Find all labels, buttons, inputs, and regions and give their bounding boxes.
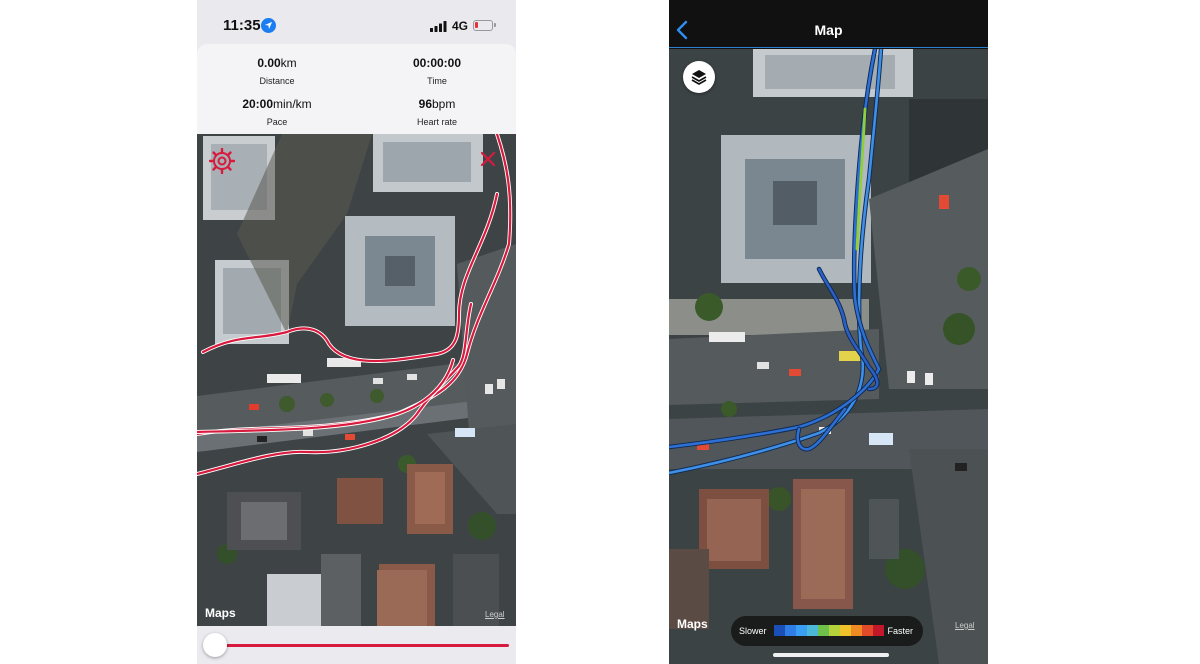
layers-button[interactable] xyxy=(683,61,715,93)
maps-attribution: Maps xyxy=(677,617,708,631)
time-value: 00:00:00 xyxy=(412,56,462,70)
slider-thumb[interactable] xyxy=(203,633,227,657)
legend-color-segment xyxy=(774,625,785,636)
stats-panel: 0.00km Distance 00:00:00 Time 20:00min/k… xyxy=(197,44,516,136)
legend-color-segment xyxy=(807,625,818,636)
satellite-imagery xyxy=(197,134,516,626)
page-title: Map xyxy=(814,22,843,38)
pace-label: Pace xyxy=(266,117,288,127)
speed-legend: Slower Faster xyxy=(731,616,923,646)
legend-color-segment xyxy=(796,625,807,636)
heart-rate-label: Heart rate xyxy=(416,117,458,127)
slider-track[interactable] xyxy=(215,644,509,647)
legend-color-scale xyxy=(774,625,884,636)
legend-color-segment xyxy=(873,625,884,636)
legal-link[interactable]: Legal xyxy=(485,610,505,619)
distance-unit: km xyxy=(280,56,297,70)
distance-label: Distance xyxy=(259,76,295,86)
stat-pace: 20:00min/km Pace xyxy=(197,97,357,127)
legend-color-segment xyxy=(818,625,829,636)
location-arrow-icon xyxy=(261,18,276,33)
legend-color-segment xyxy=(851,625,862,636)
heart-rate-value: 96 xyxy=(418,97,432,111)
pace-value: 20:00 xyxy=(242,97,274,111)
gear-icon[interactable] xyxy=(209,148,235,174)
stat-heart-rate: 96bpm Heart rate xyxy=(357,97,516,127)
distance-value: 0.00 xyxy=(257,56,281,70)
satellite-map[interactable]: Maps Legal xyxy=(197,134,516,626)
legend-fast-label: Faster xyxy=(887,626,913,636)
legend-color-segment xyxy=(829,625,840,636)
network-type: 4G xyxy=(452,19,469,33)
close-icon[interactable] xyxy=(479,150,497,168)
legend-color-segment xyxy=(862,625,873,636)
playback-slider[interactable] xyxy=(197,626,516,664)
signal-bars-icon xyxy=(430,21,447,32)
time-label: Time xyxy=(427,76,447,86)
layers-icon xyxy=(691,70,707,85)
legend-color-segment xyxy=(840,625,851,636)
pace-unit: min/km xyxy=(273,97,312,111)
status-time: 11:35 xyxy=(223,17,261,34)
status-bar: 11:35 4G xyxy=(197,0,516,50)
satellite-imagery xyxy=(669,49,988,664)
stat-distance: 0.00km Distance xyxy=(197,56,357,86)
right-phone-screen: Map Maps Legal Slower Faster xyxy=(669,0,988,664)
satellite-map[interactable]: Maps Legal Slower Faster xyxy=(669,49,988,664)
battery-low-icon xyxy=(473,20,496,31)
legend-slow-label: Slower xyxy=(739,626,767,636)
left-phone-screen: 11:35 4G 0.00km Distance 00:00:00 Time 2… xyxy=(197,0,516,664)
home-indicator[interactable] xyxy=(773,653,889,657)
legal-link[interactable]: Legal xyxy=(955,621,975,630)
stat-time: 00:00:00 Time xyxy=(357,56,516,86)
maps-attribution: Maps xyxy=(205,606,236,620)
navigation-bar: Map xyxy=(669,0,988,48)
heart-rate-unit: bpm xyxy=(432,97,456,111)
legend-color-segment xyxy=(785,625,796,636)
